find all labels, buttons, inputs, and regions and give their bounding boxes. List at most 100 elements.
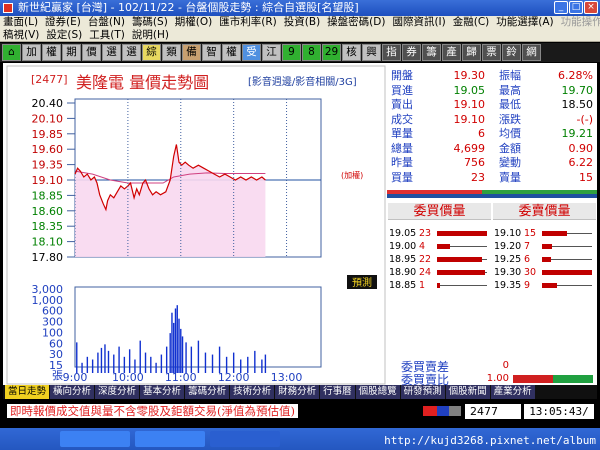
quote-value: 18.50 — [561, 98, 594, 111]
order-row[interactable]: 19.05 23 — [389, 227, 489, 240]
tab-0[interactable]: 當日走勢 — [5, 385, 50, 399]
tab-7[interactable]: 行事曆 — [320, 385, 355, 399]
toolbar-button[interactable]: 9 — [282, 44, 301, 61]
toolbar-button[interactable]: 智 — [202, 44, 221, 61]
menu-item[interactable]: 設定(S) — [46, 29, 82, 42]
taskbar: http://kujd3268.pixnet.net/album — [0, 428, 600, 450]
tab-2[interactable]: 深度分析 — [95, 385, 140, 399]
toolbar-button[interactable]: 類 — [162, 44, 181, 61]
toolbar-button[interactable]: 8 — [302, 44, 321, 61]
menu-item[interactable]: 匯市利率(R) — [219, 16, 277, 29]
order-price: 19.00 — [389, 241, 417, 252]
taskbar-item[interactable] — [135, 431, 205, 447]
close-button[interactable]: × — [584, 1, 598, 14]
toolbar-button[interactable]: 產 — [442, 44, 461, 61]
menu-item[interactable]: 操盤密碼(D) — [327, 16, 385, 29]
toolbar-button[interactable]: 籌 — [422, 44, 441, 61]
quote-label: 總量 — [391, 141, 413, 155]
toolbar-button[interactable]: 期 — [62, 44, 81, 61]
toolbar-button[interactable]: 網 — [522, 44, 541, 61]
tab-3[interactable]: 基本分析 — [140, 385, 185, 399]
status-indicator — [423, 406, 461, 416]
quote-label: 買量 — [391, 170, 413, 184]
menu-item[interactable]: 籌碼(S) — [132, 16, 168, 29]
tab-8[interactable]: 個股總覽 — [355, 385, 400, 399]
window-titlebar[interactable]: 新世紀贏家 [台灣] - 102/11/22 - 台盤個股走勢 : 綜合自選股[… — [0, 0, 600, 16]
quote-label: 賣出 — [391, 98, 413, 111]
tab-5[interactable]: 技術分析 — [230, 385, 275, 399]
order-volume-track — [484, 272, 487, 273]
tab-6[interactable]: 財務分析 — [275, 385, 320, 399]
toolbar-button[interactable]: 票 — [482, 44, 501, 61]
status-indicator-blue — [437, 406, 449, 416]
tab-1[interactable]: 橫向分析 — [50, 385, 95, 399]
order-row[interactable]: 18.85 1 — [389, 279, 489, 292]
order-volume-bar — [542, 231, 567, 236]
order-row[interactable]: 19.35 9 — [494, 279, 594, 292]
status-indicator-red — [423, 406, 437, 416]
toolbar-button[interactable]: 選 — [122, 44, 141, 61]
toolbar-button[interactable]: 興 — [362, 44, 381, 61]
menu-item[interactable]: 稿視(V) — [3, 29, 39, 42]
quote-value: 19.10 — [453, 112, 486, 126]
quote-value: -(-) — [576, 112, 593, 126]
toolbar-button[interactable]: 鈴 — [502, 44, 521, 61]
toolbar-button[interactable]: 選 — [102, 44, 121, 61]
order-volume-bar — [437, 244, 450, 249]
minimize-button[interactable]: _ — [554, 1, 568, 14]
menu-item[interactable]: 畫面(L) — [3, 16, 38, 29]
toolbar-button[interactable]: ⌂ — [2, 44, 21, 61]
order-volume-track — [449, 246, 487, 247]
menu-item[interactable]: 證券(E) — [45, 16, 81, 29]
stock-code-input[interactable]: 2477 — [465, 404, 521, 419]
order-row[interactable]: 19.30 30 — [494, 266, 594, 279]
toolbar-button[interactable]: 歸 — [462, 44, 481, 61]
order-volume-bar — [542, 244, 552, 249]
tab-10[interactable]: 個股新聞 — [445, 385, 490, 399]
menu-item[interactable]: 台盤(N) — [88, 16, 125, 29]
toolbar-button[interactable]: 權 — [42, 44, 61, 61]
menu-item[interactable]: 工具(T) — [89, 29, 125, 42]
menu-item[interactable]: 說明(H) — [132, 29, 169, 42]
order-row[interactable]: 18.90 24 — [389, 266, 489, 279]
toolbar-button[interactable]: 加 — [22, 44, 41, 61]
bid-header: 委買價量 — [388, 203, 491, 220]
toolbar-button[interactable]: 受 — [242, 44, 261, 61]
menu-item[interactable]: 投資(B) — [284, 16, 320, 29]
order-volume: 22 — [419, 254, 432, 265]
maximize-button[interactable]: □ — [569, 1, 583, 14]
tab-9[interactable]: 研發預測 — [400, 385, 445, 399]
toolbar-button[interactable]: 江 — [262, 44, 281, 61]
order-row[interactable]: 19.00 4 — [389, 240, 489, 253]
taskbar-item[interactable] — [60, 431, 130, 447]
toolbar-button[interactable]: 券 — [402, 44, 421, 61]
order-row[interactable]: 19.20 7 — [494, 240, 594, 253]
taskbar-item[interactable] — [210, 431, 280, 447]
price-axis-label: 18.60 — [32, 205, 64, 218]
toolbar-button[interactable]: 價 — [82, 44, 101, 61]
time-axis-label: 12:00 — [218, 371, 250, 384]
quote-value: 4,699 — [453, 141, 486, 155]
menu-item[interactable]: 功能選擇(A) — [496, 16, 553, 29]
menu-item[interactable]: 國際資訊(I) — [392, 16, 445, 29]
order-row[interactable]: 18.95 22 — [389, 253, 489, 266]
toolbar-button[interactable]: 權 — [222, 44, 241, 61]
order-volume: 24 — [419, 267, 432, 278]
toolbar-button[interactable]: 核 — [342, 44, 361, 61]
quote-label: 開盤 — [391, 69, 413, 82]
toolbar-button[interactable]: 備 — [182, 44, 201, 61]
menu-item[interactable]: 期權(O) — [175, 16, 212, 29]
tab-4[interactable]: 籌碼分析 — [185, 385, 230, 399]
order-row[interactable]: 19.10 15 — [494, 227, 594, 240]
tab-11[interactable]: 產業分析 — [490, 385, 535, 399]
order-ratio-bar-sell — [553, 375, 593, 383]
menu-item[interactable]: 金融(C) — [453, 16, 490, 29]
toolbar-button[interactable]: 29 — [322, 44, 341, 61]
toolbar-button[interactable]: 指 — [382, 44, 401, 61]
price-axis-label: 17.80 — [32, 251, 64, 264]
category-links[interactable]: [影音週邊/影音相關/3G] — [248, 73, 357, 88]
toolbar-button[interactable]: 綜 — [142, 44, 161, 61]
analysis-tabs: 當日走勢 橫向分析 深度分析 基本分析 籌碼分析 技術分析 財務分析 行事曆 個股總覽 研發預測個… — [3, 385, 597, 399]
order-row[interactable]: 19.25 6 — [494, 253, 594, 266]
order-price: 19.30 — [494, 267, 522, 278]
